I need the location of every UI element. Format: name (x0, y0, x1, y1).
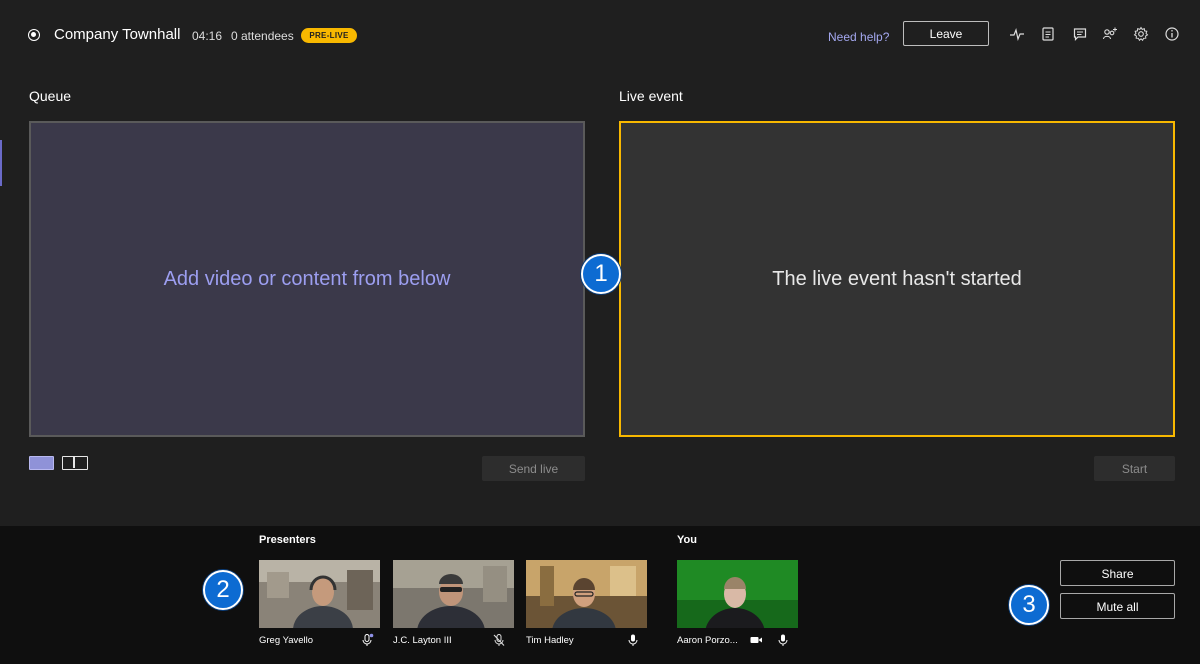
presenter-tile[interactable] (393, 560, 514, 628)
callout-marker: 1 (581, 254, 621, 294)
live-status-text: The live event hasn't started (772, 267, 1022, 290)
camera-icon[interactable] (749, 633, 763, 647)
send-live-button[interactable]: Send live (482, 456, 585, 481)
start-button[interactable]: Start (1094, 456, 1175, 481)
side-accent (0, 140, 2, 186)
leave-button[interactable]: Leave (903, 21, 989, 46)
side-by-side-layout-icon[interactable] (62, 456, 88, 470)
live-event-pane: The live event hasn't started (619, 121, 1175, 437)
queue-placeholder-text: Add video or content from below (163, 267, 451, 290)
presenter-tile[interactable] (526, 560, 647, 628)
mic-icon[interactable] (626, 633, 640, 647)
presenters-label: Presenters (259, 534, 316, 546)
gear-icon[interactable] (1133, 26, 1149, 42)
share-button[interactable]: Share (1060, 560, 1175, 586)
event-title: Company Townhall (54, 26, 181, 43)
presenter-name: Tim Hadley (526, 635, 574, 646)
mic-muted-icon[interactable] (492, 633, 506, 647)
mic-active-icon[interactable] (360, 633, 374, 647)
add-people-icon[interactable] (1102, 26, 1118, 42)
status-badge: PRE-LIVE (301, 28, 357, 43)
info-icon[interactable] (1164, 26, 1180, 42)
notes-icon[interactable] (1040, 26, 1056, 42)
you-label: You (677, 534, 697, 546)
callout-marker: 3 (1009, 585, 1049, 625)
self-name: Aaron Porzo... (677, 635, 738, 646)
event-timer: 04:16 (192, 29, 223, 43)
mic-icon[interactable] (776, 633, 790, 647)
self-video-tile[interactable] (677, 560, 798, 628)
presenter-name: J.C. Layton III (393, 635, 452, 646)
mute-all-button[interactable]: Mute all (1060, 593, 1175, 619)
live-event-label: Live event (619, 88, 683, 104)
attendee-count: 0 attendees (231, 29, 294, 43)
presenter-tile[interactable] (259, 560, 380, 628)
queue-label: Queue (29, 88, 72, 104)
live-indicator-icon (28, 29, 40, 41)
queue-pane[interactable]: Add video or content from below (29, 121, 585, 437)
chat-icon[interactable] (1072, 26, 1088, 42)
callout-marker: 2 (203, 570, 243, 610)
health-monitor-icon[interactable] (1009, 26, 1025, 42)
single-layout-icon[interactable] (29, 456, 54, 470)
need-help-link[interactable]: Need help? (828, 30, 889, 44)
presenter-name: Greg Yavello (259, 635, 314, 646)
